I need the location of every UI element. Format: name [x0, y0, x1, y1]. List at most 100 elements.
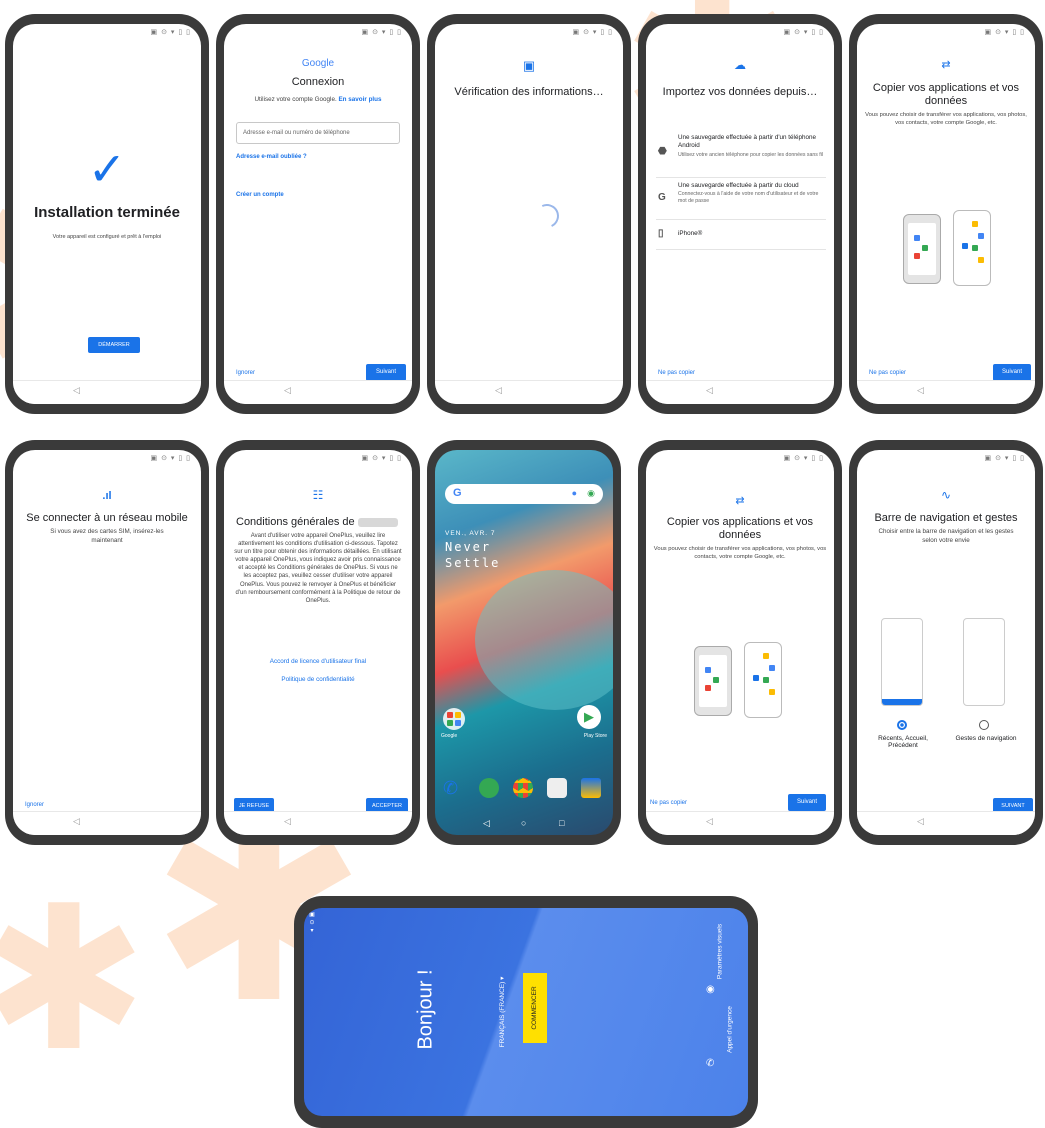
page-subtitle: Utilisez votre compte Google. En savoir … — [254, 96, 382, 103]
status-bar: ▣ ⊙ ▾ ▯ ▯ — [361, 29, 402, 36]
back-icon[interactable]: ◁ — [284, 816, 291, 827]
old-phone-illustration — [903, 214, 941, 284]
gesture-option-preview — [963, 618, 1005, 706]
screen: ▣ ⊙ ▾ ▯ ▯ ✓ Installation terminée Votre … — [13, 24, 201, 404]
date-label: VEN., AVR. 7 — [445, 530, 496, 537]
status-bar: ▣ ⊙ ▾ ▯ ▯ — [984, 455, 1025, 462]
nav-bar: ◁ ○ □ — [435, 813, 613, 835]
option-title: iPhone® — [678, 230, 703, 237]
page-title: Barre de navigation et gestes — [874, 512, 1018, 524]
google-folder-icon[interactable] — [443, 708, 465, 730]
navbar-radio[interactable] — [897, 720, 907, 730]
back-icon[interactable]: ◁ — [706, 816, 713, 827]
gesture-radio[interactable] — [979, 720, 989, 730]
clipboard-icon: ☷ — [312, 488, 324, 502]
email-input[interactable]: Adresse e-mail ou numéro de téléphone — [236, 122, 400, 144]
nav-bar: ◁ — [646, 380, 834, 404]
page-title: Conditions générales de — [236, 516, 406, 529]
chrome-app-icon[interactable] — [513, 778, 533, 798]
skip-button[interactable]: Ignorer — [236, 370, 255, 376]
status-bar: ▣ ⊙ ▾ ▯ ▯ — [984, 29, 1025, 36]
status-bar: ▣ ⊙ ▾ ▯ ▯ — [150, 29, 191, 36]
page-subtitle: Vous pouvez choisir de transférer vos ap… — [653, 546, 827, 560]
emergency-call-label[interactable]: Appel d'urgence — [727, 990, 734, 1070]
mic-icon[interactable]: ● — [572, 488, 577, 498]
new-phone-illustration — [744, 642, 782, 718]
import-option-iphone[interactable]: ▯ iPhone® — [656, 226, 826, 250]
home-icon[interactable]: ○ — [521, 818, 526, 828]
messages-app-icon[interactable] — [479, 778, 499, 798]
phone-import-data: ▣ ⊙ ▾ ▯ ▯ ☁ Importez vos données depuis…… — [638, 14, 842, 414]
start-button[interactable]: DÉMARRER — [88, 337, 140, 353]
next-button[interactable]: Suivant — [366, 364, 406, 381]
back-icon[interactable]: ◁ — [483, 818, 490, 829]
google-search-bar[interactable]: G ● ◉ — [445, 484, 603, 504]
visual-settings-label[interactable]: Paramètres visuels — [717, 912, 724, 992]
gesture-option-label: Gestes de navigation — [955, 735, 1017, 742]
google-icon: G — [658, 192, 666, 203]
emergency-call-icon[interactable]: ✆ — [706, 1058, 714, 1069]
lens-icon[interactable]: ◉ — [587, 488, 595, 499]
wallpaper-swirl — [475, 570, 613, 710]
back-icon[interactable]: ◁ — [284, 385, 291, 396]
play-store-icon[interactable]: ▶ — [577, 705, 601, 729]
status-bar: ▣ ⊙ ▾ ▯ ▯ — [783, 29, 824, 36]
eula-link[interactable]: Accord de licence d'utilisateur final — [230, 658, 406, 665]
back-icon[interactable]: ◁ — [917, 816, 924, 827]
dock: ✆ — [443, 776, 605, 802]
page-title: Copier vos applications et vos données — [872, 82, 1020, 107]
cloud-upload-icon: ☁ — [734, 58, 746, 72]
screen: ▣ ⊙ ▾ ▯ ▯ ☷ Conditions générales de Avan… — [224, 450, 412, 835]
navbar-option-preview — [881, 618, 923, 706]
play-store-label: Play Store — [583, 733, 607, 739]
slogan-settle: Settle — [445, 556, 501, 570]
back-icon[interactable]: ◁ — [495, 385, 502, 396]
import-option-cloud[interactable]: G Une sauvegarde effectuée à partir du c… — [656, 182, 826, 220]
page-title: Vérification des informations… — [454, 86, 604, 98]
create-account-link[interactable]: Créer un compte — [236, 192, 284, 198]
next-button[interactable]: Suivant — [788, 794, 826, 811]
next-button[interactable]: Suivant — [993, 364, 1031, 381]
page-title: Installation terminée — [34, 204, 180, 221]
visual-settings-icon[interactable]: ◉ — [706, 984, 715, 995]
signal-icon: .ıl — [102, 490, 112, 502]
privacy-link[interactable]: Politique de confidentialité — [230, 676, 406, 683]
nav-bar: ◁ — [646, 811, 834, 835]
greeting: Bonjour ! — [414, 969, 437, 1050]
transfer-icon: ⇄ — [735, 495, 745, 507]
page-title: Importez vos données depuis… — [662, 86, 818, 98]
gallery-app-icon[interactable] — [581, 778, 601, 798]
no-copy-button[interactable]: Ne pas copier — [650, 800, 687, 806]
no-copy-button[interactable]: Ne pas copier — [658, 370, 695, 376]
phone-app-icon[interactable]: ✆ — [443, 778, 458, 799]
camera-app-icon[interactable] — [547, 778, 567, 798]
screen: ▣ ⊙ ▾ Bonjour ! FRANÇAIS (FRANCE) ▾ COMMEN… — [304, 908, 748, 1116]
skip-button[interactable]: Ignorer — [25, 802, 44, 808]
forgot-email-link[interactable]: Adresse e-mail oubliée ? — [236, 154, 307, 160]
language-selector[interactable]: FRANÇAIS (FRANCE) ▾ — [498, 962, 506, 1062]
back-icon[interactable]: ◁ — [73, 816, 80, 827]
status-bar: ▣ ⊙ ▾ ▯ ▯ — [783, 455, 824, 462]
iphone-icon: ▯ — [658, 228, 664, 239]
phone-home-screen: G ● ◉ VEN., AVR. 7 Never Settle Google ▶… — [427, 440, 621, 845]
screen: ▣ ⊙ ▾ ▯ ▯ ⇄ Copier vos applications et v… — [646, 450, 834, 835]
screen: G ● ◉ VEN., AVR. 7 Never Settle Google ▶… — [435, 450, 613, 835]
phone-copy-apps: ▣ ⊙ ▾ ▯ ▯ ⇄ Copier vos applications et v… — [849, 14, 1043, 414]
phone-google-signin: ▣ ⊙ ▾ ▯ ▯ Google Connexion Utilisez votr… — [216, 14, 420, 414]
no-copy-button[interactable]: Ne pas copier — [869, 370, 906, 376]
back-icon[interactable]: ◁ — [73, 385, 80, 396]
start-button[interactable]: COMMENCER — [523, 973, 547, 1043]
screen: ▣ ⊙ ▾ ▯ ▯ ∿ Barre de navigation et geste… — [857, 450, 1035, 835]
status-bar: ▣ ⊙ ▾ ▯ ▯ — [572, 29, 613, 36]
back-icon[interactable]: ◁ — [706, 385, 713, 396]
nav-bar: ◁ — [857, 811, 1035, 835]
import-option-android[interactable]: ⬣ Une sauvegarde effectuée à partir d'un… — [656, 134, 826, 178]
recents-icon[interactable]: □ — [559, 818, 564, 828]
page-subtitle: Votre appareil est configuré et prêt à l… — [52, 234, 162, 240]
gesture-icon: ∿ — [940, 488, 952, 502]
page-title: Connexion — [291, 76, 345, 88]
background-asterisk: ✱ — [0, 863, 148, 1096]
learn-more-link[interactable]: En savoir plus — [338, 96, 381, 103]
option-title: Une sauvegarde effectuée à partir du clo… — [678, 182, 799, 189]
back-icon[interactable]: ◁ — [917, 385, 924, 396]
